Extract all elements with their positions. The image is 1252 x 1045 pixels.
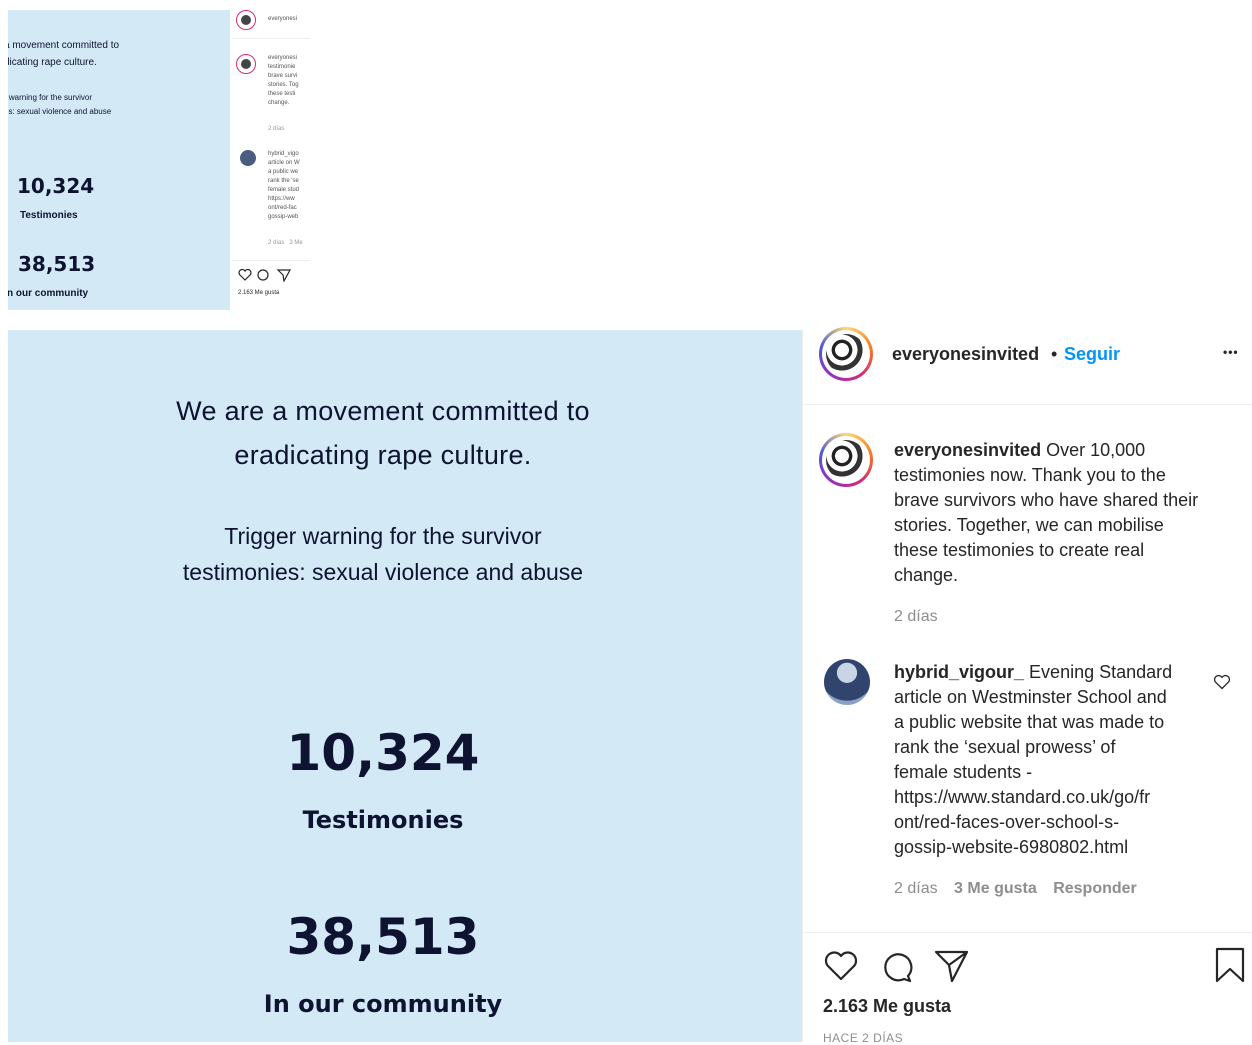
comment-line: a public website that was made to bbox=[894, 712, 1165, 732]
thumb-warning-line: r warning for the survivor bbox=[8, 93, 93, 102]
actions-divider bbox=[803, 932, 1252, 933]
caption-text: everyonesinvited Over 10,000 testimonies… bbox=[894, 438, 1234, 588]
thumb-stat-community: 38,513 bbox=[18, 252, 96, 276]
header-username[interactable]: everyonesinvited bbox=[892, 344, 1039, 365]
thumb-comment-line: gossip-web bbox=[268, 214, 299, 220]
reply-button[interactable]: Responder bbox=[1053, 880, 1137, 897]
post-thumbnail: a movement committed to dicating rape cu… bbox=[8, 10, 310, 310]
thumb-caption-line: change. bbox=[268, 100, 290, 106]
thumb-comment-line: female stud bbox=[268, 187, 300, 193]
caption-line: testimonies now. Thank you to the bbox=[894, 465, 1166, 485]
comment-text: hybrid_vigour_ Evening Standard article … bbox=[894, 660, 1204, 860]
thumb-caption-avatar bbox=[236, 54, 256, 74]
thumb-comment-meta: 2 días 3 Me bbox=[268, 240, 303, 246]
follow-button[interactable]: Seguir bbox=[1064, 344, 1120, 365]
thumb-stat-community-label: n our community bbox=[8, 288, 89, 299]
thumb-stat-testimonies: 10,324 bbox=[17, 174, 95, 198]
thumb-comment-line: hybrid_vigo bbox=[268, 151, 299, 157]
caption-line: brave survivors who have shared their bbox=[894, 490, 1199, 510]
thumb-mission-line: a movement committed to bbox=[8, 40, 120, 51]
caption-line: these testimonies to create real bbox=[894, 540, 1145, 560]
thumb-avatar bbox=[236, 10, 256, 30]
comment-link-line[interactable]: gossip-website-6980802.html bbox=[894, 835, 1204, 860]
stat-testimonies-value: 10,324 bbox=[286, 724, 480, 782]
more-icon[interactable]: ••• bbox=[1223, 345, 1239, 359]
header-divider bbox=[803, 404, 1252, 405]
comment-likes[interactable]: 3 Me gusta bbox=[954, 880, 1037, 897]
caption-first-line: everyonesinvited Over 10,000 bbox=[894, 438, 1234, 463]
avatar-logo bbox=[826, 440, 866, 480]
warning-line-1: Trigger warning for the survivor bbox=[224, 523, 542, 549]
thumb-mission-text: a movement committed to dicating rape cu… bbox=[8, 37, 119, 71]
thumb-side-panel: everyonesi everyonesi testimonie brave s… bbox=[232, 10, 310, 310]
post-side-panel: everyonesinvited • Seguir ••• everyonesi… bbox=[802, 327, 1252, 1045]
comment-time[interactable]: 2 días bbox=[894, 880, 938, 897]
thumb-comment-line: a public we bbox=[268, 169, 299, 175]
caption-username[interactable]: everyonesinvited bbox=[894, 440, 1041, 460]
caption-line: stories. Together, we can mobilise bbox=[894, 515, 1164, 535]
post-timestamp[interactable]: HACE 2 DÍAS bbox=[823, 1031, 903, 1045]
stat-community-label: In our community bbox=[263, 990, 503, 1018]
thumb-caption-line: stories. Tog bbox=[268, 82, 299, 88]
thumb-caption-line: these testi bbox=[268, 91, 296, 97]
comment-username[interactable]: hybrid_vigour_ bbox=[894, 662, 1024, 682]
mission-line-2: eradicating rape culture. bbox=[234, 440, 532, 470]
comment-link-line[interactable]: ont/red-faces-over-school-s- bbox=[894, 810, 1204, 835]
thumb-username: everyonesi bbox=[268, 16, 298, 22]
heart-icon[interactable] bbox=[823, 950, 859, 982]
thumb-caption-line: everyonesi bbox=[268, 55, 298, 61]
comment-avatar[interactable] bbox=[824, 659, 870, 705]
share-icon[interactable] bbox=[934, 949, 970, 983]
caption-time[interactable]: 2 días bbox=[894, 608, 938, 626]
thumb-action-icons bbox=[238, 268, 304, 284]
thumb-likes: 2.163 Me gusta bbox=[238, 290, 280, 296]
header-avatar[interactable] bbox=[819, 327, 873, 381]
caption-first-line-text: Over 10,000 bbox=[1046, 440, 1146, 460]
comment-line: female students - bbox=[894, 762, 1033, 782]
thumb-comment: hybrid_vigo article on W a public we ran… bbox=[268, 150, 300, 222]
comment-line: rank the ‘sexual prowess’ of bbox=[894, 737, 1116, 757]
thumbnail-image: a movement committed to dicating rape cu… bbox=[8, 10, 230, 310]
thumb-comment-avatar bbox=[240, 150, 256, 166]
bookmark-icon[interactable] bbox=[1215, 947, 1245, 983]
likes-count[interactable]: 2.163 Me gusta bbox=[823, 996, 951, 1017]
thumb-icons-svg bbox=[238, 268, 292, 283]
thumb-comment-line: ont/red-fac bbox=[268, 205, 297, 211]
caption-line: change. bbox=[894, 565, 959, 585]
thumb-caption-time: 2 días bbox=[268, 126, 285, 132]
thumb-caption-line: brave survi bbox=[268, 73, 298, 79]
stat-community-value: 38,513 bbox=[286, 908, 480, 966]
warning-line-2: testimonies: sexual violence and abuse bbox=[182, 559, 584, 585]
comment-icon[interactable] bbox=[879, 950, 913, 984]
post-image[interactable]: We are a movement committed to eradicati… bbox=[8, 330, 802, 1042]
thumb-comment-line: https://ww bbox=[268, 196, 295, 202]
comment-first-line-text: Evening Standard bbox=[1029, 662, 1173, 682]
stat-testimonies-label: Testimonies bbox=[302, 806, 464, 834]
avatar-logo bbox=[826, 334, 866, 374]
thumb-stat-testimonies-label: Testimonies bbox=[20, 210, 78, 221]
comment-meta: 2 días 3 Me gusta Responder bbox=[894, 880, 1137, 898]
comment-link-line[interactable]: https://www.standard.co.uk/go/fr bbox=[894, 785, 1204, 810]
thumb-caption-line: testimonie bbox=[268, 64, 296, 70]
comment-line: article on Westminster School and bbox=[894, 687, 1167, 707]
comment-like-icon[interactable] bbox=[1213, 674, 1231, 690]
mission-line-1: We are a movement committed to bbox=[176, 396, 590, 426]
thumb-caption: everyonesi testimonie brave survi storie… bbox=[268, 54, 299, 108]
thumb-comment-line: rank the 'se bbox=[268, 178, 299, 184]
caption-avatar[interactable] bbox=[819, 433, 873, 487]
comment-first-line: hybrid_vigour_ Evening Standard bbox=[894, 660, 1204, 685]
thumb-comment-line: article on W bbox=[268, 160, 300, 166]
thumb-mission-line: dicating rape culture. bbox=[8, 57, 97, 68]
thumb-warning-line: es: sexual violence and abuse bbox=[8, 107, 112, 116]
header-separator: • bbox=[1051, 344, 1058, 364]
thumb-warning-text: r warning for the survivor es: sexual vi… bbox=[8, 91, 111, 119]
